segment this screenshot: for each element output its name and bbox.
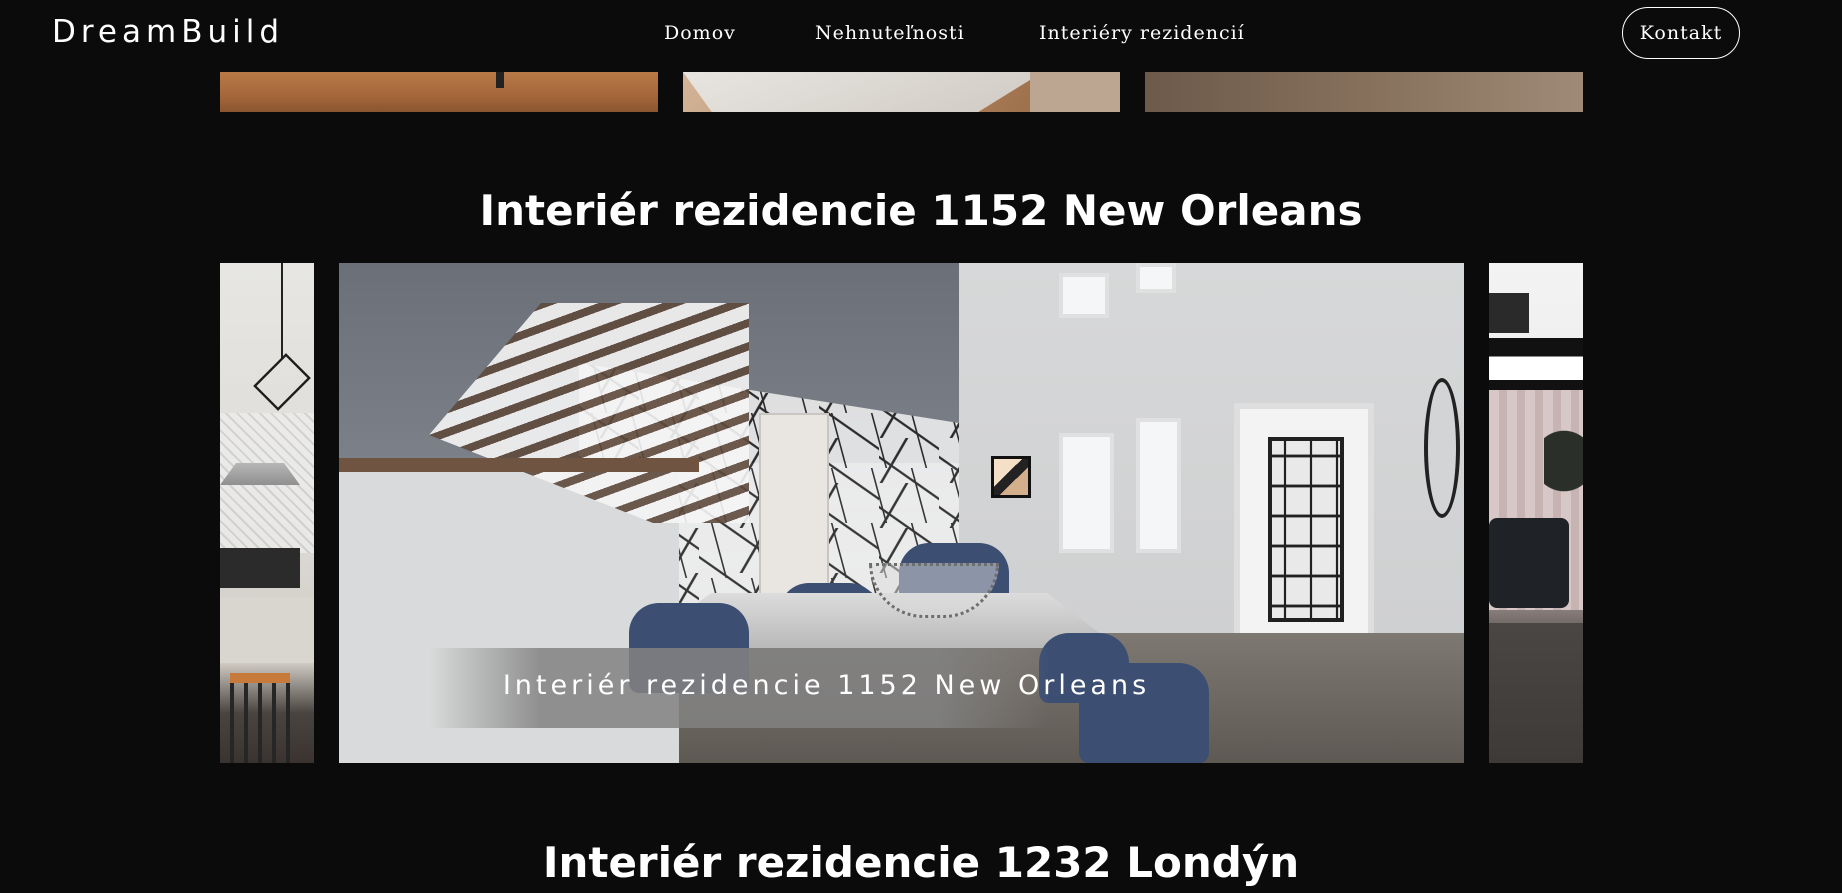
stove: [220, 548, 300, 588]
window: [1136, 418, 1181, 553]
upper-window: [1136, 263, 1176, 293]
top-navbar: DreamBuild Domov Nehnuteľnosti Interiéry…: [0, 0, 1842, 72]
floor: [1489, 623, 1583, 763]
kitchen-counter: [220, 598, 314, 663]
previous-gallery-image-1: [220, 72, 658, 112]
section-title: Interiér rezidencie 1152 New Orleans: [479, 186, 1363, 235]
upper-window: [1059, 273, 1109, 318]
sofa: [1489, 518, 1569, 608]
round-mirror: [1424, 378, 1460, 518]
nav-link-interiors[interactable]: Interiéry rezidencií: [1039, 22, 1245, 44]
stair-handrail: [339, 458, 699, 472]
slide-caption: Interiér rezidencie 1152 New Orleans: [502, 670, 1151, 701]
logo[interactable]: DreamBuild: [52, 14, 284, 50]
right-wall: [959, 263, 1464, 633]
plant: [1544, 413, 1583, 533]
gallery-slide-prev[interactable]: [220, 263, 314, 763]
nav-link-properties[interactable]: Nehnuteľnosti: [815, 22, 965, 44]
previous-gallery-image-2: [683, 72, 1120, 112]
door-glass: [1268, 437, 1344, 622]
pendant-lamp: [253, 353, 311, 411]
gallery-slide-active[interactable]: Interiér rezidencie 1152 New Orleans: [339, 263, 1464, 763]
window: [1059, 433, 1114, 553]
rug: [683, 72, 1043, 112]
shelf: [1489, 293, 1529, 333]
pendant-wire: [281, 263, 283, 358]
bar-stool: [230, 673, 290, 763]
contact-button[interactable]: Kontakt: [1622, 7, 1740, 59]
front-door: [1234, 403, 1374, 653]
divider-beam: [1489, 380, 1583, 390]
chair-leg: [496, 72, 504, 88]
section-title: Interiér rezidencie 1232 Londýn: [542, 838, 1300, 887]
nav-link-home[interactable]: Domov: [664, 22, 736, 44]
wall: [1030, 72, 1120, 112]
gallery-slide-next[interactable]: [1489, 263, 1583, 763]
wall-art: [991, 456, 1031, 498]
previous-gallery-image-3: [1145, 72, 1583, 112]
